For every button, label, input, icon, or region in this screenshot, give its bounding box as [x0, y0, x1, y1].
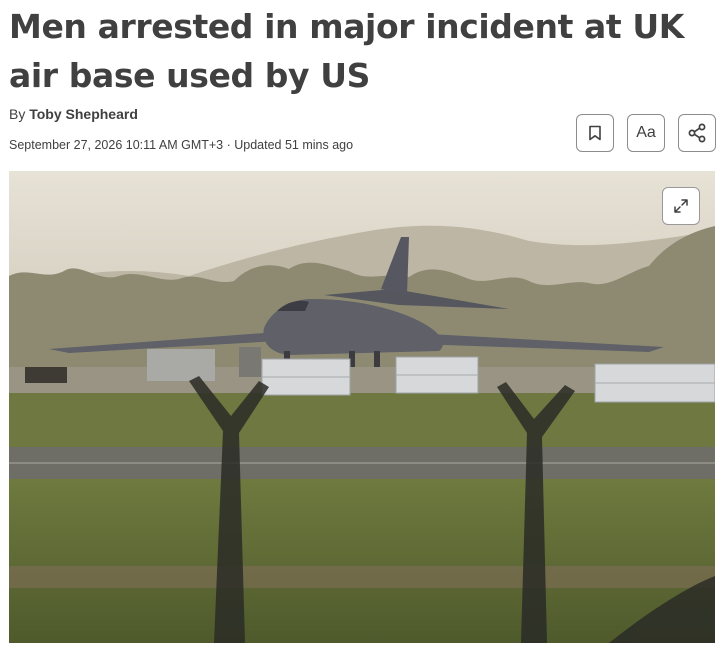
author-link[interactable]: Toby Shepheard [29, 106, 138, 122]
expand-button[interactable] [662, 187, 700, 225]
airbase-scene [9, 171, 715, 643]
bookmark-icon [589, 125, 601, 141]
ground-cabin [147, 349, 215, 381]
ground-vehicle [25, 367, 67, 383]
byline: By Toby Shepheard [9, 106, 138, 122]
article-headline: Men arrested in major incident at UK air… [9, 7, 684, 95]
byline-prefix: By [9, 106, 30, 122]
bookmark-button[interactable] [576, 114, 614, 152]
article-toolbar: Aa [576, 114, 716, 152]
text-size-button[interactable]: Aa [627, 114, 665, 152]
dateline: September 27, 2026 10:11 AM GMT+3 · Upda… [9, 138, 354, 152]
share-icon [688, 123, 706, 143]
article-photo[interactable] [9, 171, 715, 643]
text-size-label: Aa [636, 124, 656, 141]
expand-icon [674, 199, 688, 213]
share-button[interactable] [678, 114, 716, 152]
